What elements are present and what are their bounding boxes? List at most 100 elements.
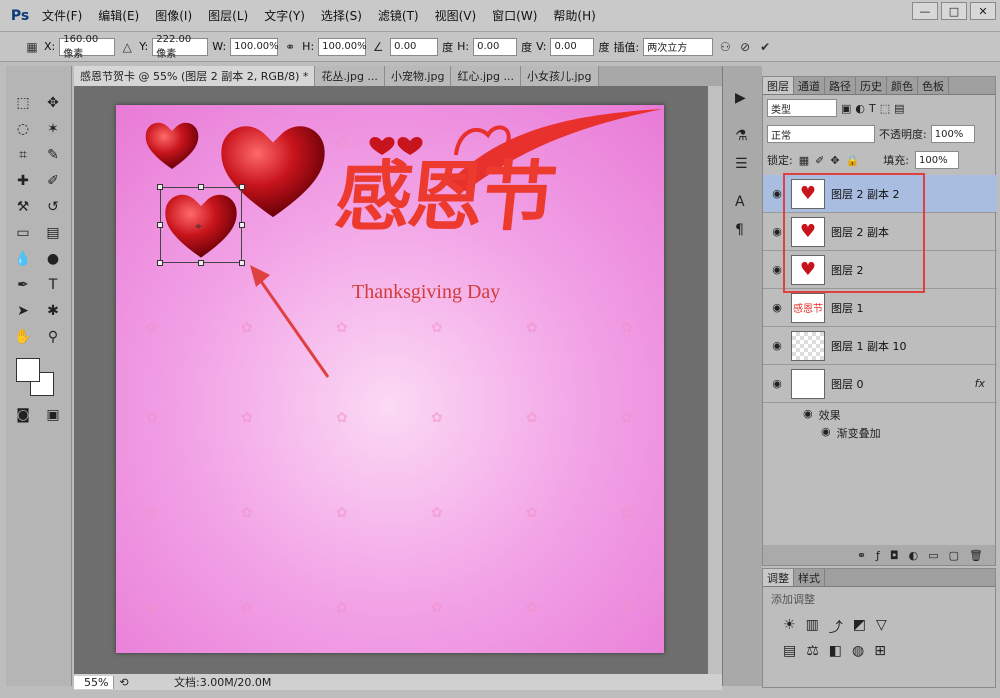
character-panel-icon[interactable]: A [735,194,745,210]
menu-view[interactable]: 视图(V) [427,7,485,24]
filter-shape-icon[interactable]: ⬚ [880,102,890,115]
move-tool-icon[interactable]: ✥ [42,92,64,114]
pen-tool-icon[interactable]: ✒ [12,274,34,296]
layer-row[interactable]: ◉ 图层 0 fx [763,365,997,403]
zoom-level[interactable]: 55% [74,675,114,689]
visibility-eye-icon[interactable]: ◉ [821,425,831,441]
layer-row[interactable]: ◉ 图层 1 副本 10 [763,327,997,365]
tab-color[interactable]: 颜色 [887,77,918,94]
vskew-field[interactable]: 0.00 [550,37,595,56]
transform-handle[interactable] [239,184,245,190]
eraser-tool-icon[interactable]: ▭ [12,222,34,244]
visibility-eye-icon[interactable]: ◉ [803,407,813,423]
transform-reference-icon[interactable]: ▦ [24,40,40,54]
gradient-overlay-row[interactable]: ◉ 渐变叠加 [821,425,881,441]
menu-help[interactable]: 帮助(H) [545,7,603,24]
color-balance-icon[interactable]: ⚖ [806,643,819,659]
new-group-icon[interactable]: ▭ [928,549,938,562]
layer-name[interactable]: 图层 0 [831,376,864,392]
tab-adjustments[interactable]: 调整 [763,569,794,586]
black-white-icon[interactable]: ◧ [829,643,842,659]
delta-icon[interactable]: △ [119,40,135,54]
status-info-icon[interactable]: ⟲ [114,676,134,689]
foreground-color-swatch[interactable] [16,358,40,382]
crop-tool-icon[interactable]: ⌗ [12,144,34,166]
quick-mask-icon[interactable]: ◙ [12,404,34,426]
eyedropper-icon[interactable]: ✎ [42,144,64,166]
minimize-button[interactable]: — [912,2,938,20]
levels-icon[interactable]: ▥ [806,617,819,637]
menu-edit[interactable]: 编辑(E) [90,7,147,24]
warp-icon[interactable]: ⚇ [717,40,733,54]
restore-button[interactable]: □ [941,2,967,20]
zoom-tool-icon[interactable]: ⚲ [42,326,64,348]
layer-name[interactable]: 图层 1 副本 10 [831,338,907,354]
transform-handle[interactable] [157,260,163,266]
play-icon[interactable]: ▶ [735,90,746,106]
opacity-field[interactable]: 100% [930,125,975,143]
gradient-tool-icon[interactable]: ▤ [42,222,64,244]
lasso-tool-icon[interactable]: ◌ [12,118,34,140]
lock-paint-icon[interactable]: ✐ [815,154,824,167]
channel-mixer-icon[interactable]: ⊞ [874,643,886,659]
tab-layers[interactable]: 图层 [763,77,794,94]
visibility-eye-icon[interactable]: ◉ [763,377,791,390]
tab-flowers[interactable]: 花丛.jpg ... [315,66,385,86]
tab-swatches[interactable]: 色板 [918,77,949,94]
y-field[interactable]: 222.00 像素 [152,34,209,60]
tab-pet[interactable]: 小宠物.jpg [384,66,452,86]
interp-select[interactable]: 两次立方 [643,37,714,56]
exposure-icon[interactable]: ◩ [853,617,866,637]
w-field[interactable]: 100.00% [230,37,279,56]
stamp-tool-icon[interactable]: ⚒ [12,196,34,218]
cancel-transform-icon[interactable]: ⊘ [737,40,753,54]
menu-image[interactable]: 图像(I) [147,7,200,24]
commit-transform-icon[interactable]: ✔ [757,40,773,54]
link-layers-icon[interactable]: ⚭ [857,549,866,562]
brush-tool-icon[interactable]: ✐ [42,170,64,192]
new-layer-icon[interactable]: ▢ [949,549,959,562]
delete-layer-icon[interactable]: 🗑 [969,549,983,562]
angle-field[interactable]: 0.00 [390,37,439,56]
menu-filter[interactable]: 滤镜(T) [370,7,427,24]
transform-handle[interactable] [157,184,163,190]
lock-position-icon[interactable]: ✥ [830,154,839,167]
add-style-icon[interactable]: ƒ [876,549,880,562]
shape-tool-icon[interactable]: ✱ [42,300,64,322]
tab-greeting-card[interactable]: 感恩节贺卡 @ 55% (图层 2 副本 2, RGB/8) * [74,66,316,86]
hue-sat-icon[interactable]: ▤ [783,643,796,659]
filter-text-icon[interactable]: T [869,102,876,115]
lock-all-icon[interactable]: 🔒 [846,154,860,167]
tab-channels[interactable]: 通道 [794,77,825,94]
add-mask-icon[interactable]: ◘ [890,549,899,562]
transform-handle[interactable] [239,222,245,228]
fill-field[interactable]: 100% [914,151,959,169]
tab-red-heart[interactable]: 红心.jpg ... [451,66,521,86]
lock-transparent-icon[interactable]: ▦ [799,154,809,167]
filter-adjust-icon[interactable]: ◐ [855,102,865,115]
photo-filter-icon[interactable]: ◍ [852,643,864,659]
healing-brush-icon[interactable]: ✚ [12,170,34,192]
transform-handle[interactable] [198,184,204,190]
blend-mode-select[interactable]: 正常 [767,125,875,143]
transform-bounding-box[interactable]: ⌖ [157,184,245,266]
history-brush-icon[interactable]: ↺ [42,196,64,218]
new-adjustment-icon[interactable]: ◐ [909,549,919,562]
h-field[interactable]: 100.00% [318,37,367,56]
layer-kind-filter[interactable]: 类型 [767,99,837,117]
fx-badge[interactable]: fx [975,377,985,390]
vertical-scrollbar[interactable] [708,86,722,674]
transform-handle[interactable] [198,260,204,266]
magic-wand-icon[interactable]: ✶ [42,118,64,140]
curves-icon[interactable]: ⤴ [829,617,843,637]
blur-tool-icon[interactable]: 💧 [12,248,34,270]
screen-mode-icon[interactable]: ▣ [42,404,64,426]
path-select-icon[interactable]: ➤ [12,300,34,322]
layer-row[interactable]: ◉ 感恩节 图层 1 [763,289,997,327]
close-button[interactable]: ✕ [970,2,996,20]
tab-history[interactable]: 历史 [856,77,887,94]
filter-image-icon[interactable]: ▣ [841,102,851,115]
vibrance-icon[interactable]: ▽ [876,617,887,637]
menu-window[interactable]: 窗口(W) [484,7,545,24]
menu-select[interactable]: 选择(S) [313,7,370,24]
